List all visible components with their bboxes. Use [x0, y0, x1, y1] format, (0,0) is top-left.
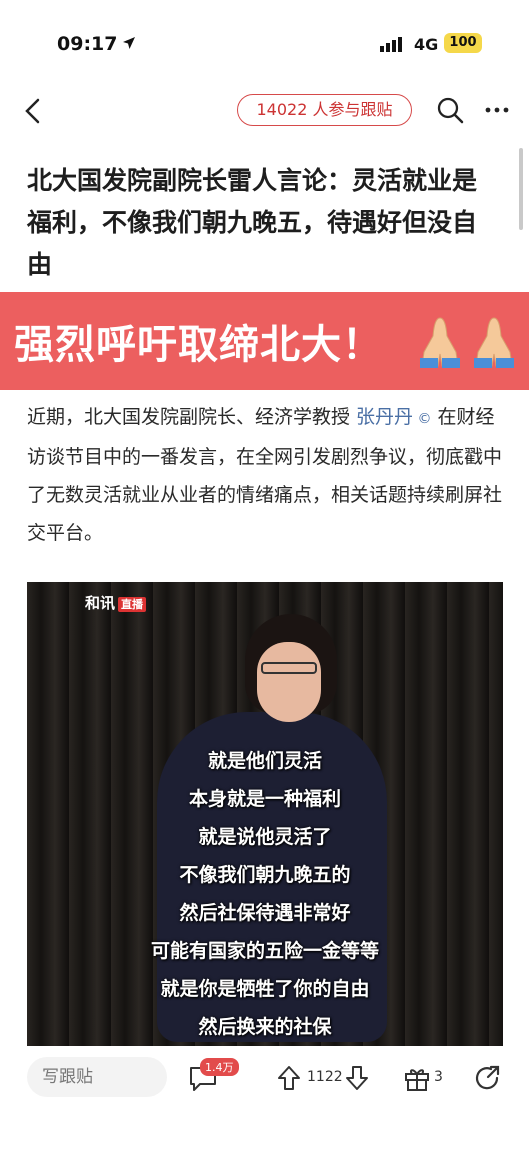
nav-bar: 14022 人参与跟贴	[0, 88, 529, 134]
paragraph-text: 近期，北大国发院副院长、经济学教授	[27, 406, 357, 428]
downvote-arrow-icon[interactable]	[344, 1064, 370, 1092]
search-icon[interactable]	[436, 96, 464, 124]
folded-hands-icon	[474, 317, 514, 368]
subtitle-line: 可能有国家的五险一金等等	[150, 940, 379, 962]
back-arrow-icon[interactable]	[20, 96, 46, 126]
subtitle-line: 就是说他灵活了	[198, 826, 332, 848]
link-badge-icon: ©	[413, 411, 432, 427]
channel-logo: 和讯 直播	[85, 592, 147, 613]
bottom-action-bar: 写跟贴 1.4万 1122 3	[0, 1048, 529, 1108]
speaker-glasses	[261, 662, 317, 674]
article-paragraph: 近期，北大国发院副院长、经济学教授 张丹丹 © 在财经访谈节目中的一番发言，在全…	[27, 398, 505, 552]
share-icon[interactable]	[473, 1064, 501, 1092]
overlay-banner: 强烈呼吁取缔北大！	[0, 292, 529, 390]
gift-count: 3	[434, 1069, 443, 1085]
location-arrow-icon	[123, 37, 135, 49]
network-type: 4G	[414, 35, 439, 54]
upvote-arrow-icon[interactable]	[276, 1064, 302, 1092]
gift-icon[interactable]	[403, 1064, 431, 1092]
vote-count: 1122	[307, 1069, 343, 1085]
subtitle-line: 就是你是牺牲了你的自由	[160, 978, 370, 1000]
subtitle-line: 本身就是一种福利	[188, 788, 341, 810]
channel-logo-text: 和讯	[85, 594, 116, 612]
status-time: 09:17	[57, 33, 118, 55]
write-reply-input[interactable]: 写跟贴	[27, 1057, 167, 1097]
comment-count-badge: 1.4万	[200, 1058, 239, 1076]
folded-hands-icon	[420, 317, 460, 368]
video-player[interactable]: 和讯 直播 就是他们灵活 本身就是一种福利 就是说他灵活了 不像我们朝九晚五的 然…	[27, 582, 503, 1046]
speaker-face	[257, 642, 321, 722]
comment-count-button[interactable]: 14022 人参与跟贴	[237, 94, 412, 126]
author-link[interactable]: 张丹丹 ©	[356, 406, 431, 428]
article-title: 北大国发院副院长雷人言论：灵活就业是福利，不像我们朝九晚五，待遇好但没自由	[27, 166, 478, 279]
subtitle-line: 就是他们灵活	[207, 750, 322, 772]
signal-icon	[380, 37, 402, 52]
status-bar: 09:17 4G 100	[0, 0, 529, 88]
more-options-icon[interactable]	[484, 96, 510, 124]
subtitle-line: 然后社保待遇非常好	[179, 902, 351, 924]
author-link-text[interactable]: 张丹丹	[356, 406, 413, 428]
subtitle-line: 然后换来的社保	[198, 1016, 332, 1038]
subtitle-line: 不像我们朝九晚五的	[179, 864, 351, 886]
banner-text: 强烈呼吁取缔北大！	[14, 322, 383, 368]
channel-logo-tag: 直播	[118, 597, 147, 612]
battery-indicator: 100	[444, 33, 482, 53]
scrollbar[interactable]	[519, 148, 523, 230]
